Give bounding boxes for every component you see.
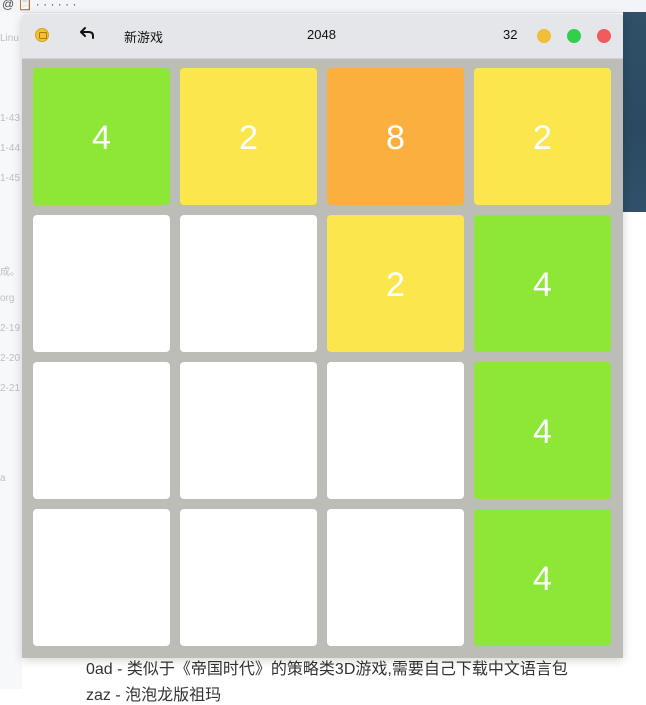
tile-r1-c3: 8 xyxy=(327,68,464,205)
tile-r2-c1 xyxy=(33,215,170,352)
background-top-bar: @ 📋 · · · · · · xyxy=(0,0,646,13)
tile-r2-c4: 4 xyxy=(474,215,611,352)
tile-r2-c2 xyxy=(180,215,317,352)
title-bar: 新游戏 2048 32 xyxy=(22,14,623,59)
background-caption-1: 0ad - 类似于《帝国时代》的策略类3D游戏,需要自己下载中文语言包 xyxy=(86,661,568,678)
background-left-snippet: 1-44 xyxy=(0,143,21,154)
game-window: 新游戏 2048 32 4 2 8 2 2 4 4 4 xyxy=(22,14,623,658)
background-left-snippet: 2-21 xyxy=(0,383,21,394)
tile-value: 4 xyxy=(533,412,552,451)
tile-r4-c4: 4 xyxy=(474,509,611,646)
background-top-bar-text: @ 📋 · · · · · · xyxy=(2,0,77,11)
background-left-snippet: 1-43 xyxy=(0,113,21,124)
tile-r4-c2 xyxy=(180,509,317,646)
tile-r4-c3 xyxy=(327,509,464,646)
tile-value: 2 xyxy=(239,118,258,157)
tile-r1-c4: 2 xyxy=(474,68,611,205)
tile-r3-c3 xyxy=(327,362,464,499)
undo-button[interactable] xyxy=(78,26,96,44)
tile-r1-c2: 2 xyxy=(180,68,317,205)
background-left-snippet: 2-19 xyxy=(0,323,21,334)
background-left-column: Linu 1-43 1-44 1-45 成。 org 2-19 2-20 2-21 a xyxy=(0,12,22,689)
tile-value: 4 xyxy=(533,559,552,598)
new-game-button[interactable]: 新游戏 xyxy=(124,27,163,46)
close-button[interactable] xyxy=(597,29,611,43)
background-left-snippet: 成。 xyxy=(0,267,20,278)
window-title: 2048 xyxy=(307,27,336,42)
tile-r3-c1 xyxy=(33,362,170,499)
background-left-snippet: 2-20 xyxy=(0,353,21,364)
tile-value: 8 xyxy=(386,118,405,157)
tile-r3-c2 xyxy=(180,362,317,499)
background-left-snippet: org xyxy=(0,293,15,304)
tile-r4-c1 xyxy=(33,509,170,646)
tile-value: 4 xyxy=(92,118,111,157)
background-caption-2: zaz - 泡泡龙版祖玛 xyxy=(86,687,222,704)
minimize-button[interactable] xyxy=(537,29,551,43)
undo-icon xyxy=(79,26,95,45)
tile-r1-c1: 4 xyxy=(33,68,170,205)
background-left-snippet: a xyxy=(0,473,6,484)
tile-r2-c3: 2 xyxy=(327,215,464,352)
app-icon xyxy=(35,28,49,42)
game-board[interactable]: 4 2 8 2 2 4 4 4 xyxy=(33,68,613,648)
background-left-snippet: Linu xyxy=(0,33,19,44)
background-left-snippet: 1-45 xyxy=(0,173,21,184)
tile-value: 2 xyxy=(533,118,552,157)
maximize-button[interactable] xyxy=(567,29,581,43)
tile-value: 2 xyxy=(386,265,405,304)
tile-value: 4 xyxy=(533,265,552,304)
score-value: 32 xyxy=(503,27,518,42)
background-image xyxy=(623,12,646,212)
tile-r3-c4: 4 xyxy=(474,362,611,499)
